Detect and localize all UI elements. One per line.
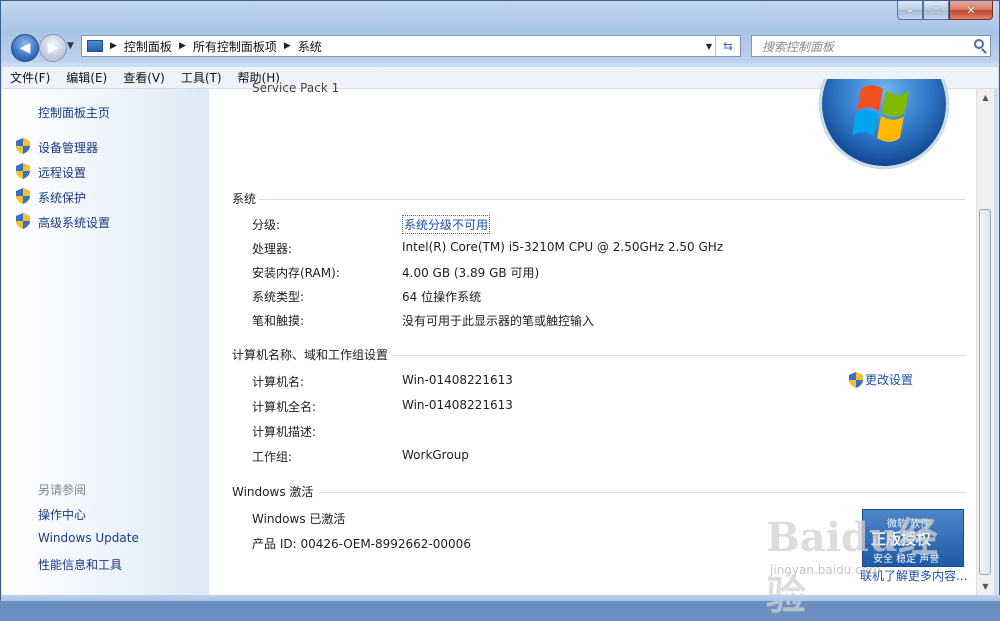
full-computer-name-label: 计算机全名: (252, 400, 317, 414)
close-button[interactable]: ✕ (949, 1, 993, 20)
action-center-link[interactable]: 操作中心 (38, 506, 86, 523)
uac-shield-icon (16, 163, 30, 179)
back-button[interactable]: ◀ (11, 34, 39, 62)
system-type-value: 64 位操作系统 (402, 290, 482, 304)
arrow-right-icon: ▶ (47, 40, 59, 56)
menu-file[interactable]: 文件(F) (2, 69, 58, 86)
product-id: 产品 ID: 00426-OEM-8992662-00006 (252, 537, 471, 551)
uac-shield-icon (16, 188, 30, 204)
workgroup-value: WorkGroup (402, 448, 469, 462)
activation-section-title: Windows 激活 (232, 485, 314, 499)
search-icon[interactable] (974, 39, 984, 49)
performance-tools-link[interactable]: 性能信息和工具 (38, 556, 122, 573)
computer-name-label: 计算机名: (252, 375, 305, 389)
computer-description-label: 计算机描述: (252, 425, 317, 439)
service-pack-text: Service Pack 1 (252, 81, 340, 95)
menu-edit[interactable]: 编辑(E) (58, 69, 115, 86)
full-computer-name-value: Win-01408221613 (402, 398, 513, 412)
badge-main-text: 正版授权 (871, 530, 932, 548)
minimize-button[interactable]: – (897, 1, 923, 20)
computer-section-title: 计算机名称、域和工作组设置 (232, 348, 389, 362)
windows-update-link[interactable]: Windows Update (38, 531, 139, 545)
address-bar[interactable]: ▶ 控制面板 ▶ 所有控制面板项 ▶ 系统 ▼ ⇆ (81, 35, 741, 57)
scrollbar-thumb[interactable] (979, 209, 991, 575)
rating-link[interactable]: 系统分级不可用 (402, 215, 491, 234)
vertical-scrollbar[interactable]: ▲ ▼ (976, 89, 994, 595)
task-pane: 控制面板主页 设备管理器 远程设置 系统保护 高级系统设置 另请参阅 操作中心 … (2, 89, 209, 595)
processor-label: 处理器: (252, 242, 293, 256)
refresh-icon: ⇆ (722, 39, 734, 53)
search-box (751, 35, 991, 57)
window-bottom-border (1, 595, 1000, 601)
menu-tools[interactable]: 工具(T) (173, 69, 230, 86)
ram-value: 4.00 GB (3.89 GB 可用) (402, 266, 540, 280)
see-also-heading: 另请参阅 (38, 483, 87, 497)
rating-label: 分级: (252, 218, 281, 232)
badge-bottom-text: 安全 稳定 声誉 (873, 554, 940, 565)
chevron-right-icon[interactable]: ▶ (179, 41, 186, 51)
advanced-system-settings-link[interactable]: 高级系统设置 (38, 214, 110, 231)
windows-flag-icon (852, 85, 909, 142)
windows-logo (819, 79, 949, 169)
device-manager-link[interactable]: 设备管理器 (38, 139, 98, 156)
pen-touch-value: 没有可用于此显示器的笔或触控输入 (402, 314, 595, 328)
window: – □ ✕ ◀ ▶ ▼ ▶ 控制面板 ▶ 所有控制面板项 ▶ 系统 ▼ ⇆ 文件… (0, 0, 1000, 619)
chevron-right-icon[interactable]: ▶ (110, 41, 117, 51)
computer-name-value: Win-01408221613 (402, 373, 513, 387)
ram-label: 安装内存(RAM): (252, 266, 340, 280)
scroll-up-icon[interactable]: ▲ (977, 89, 994, 106)
scroll-down-icon[interactable]: ▼ (977, 578, 994, 595)
maximize-button[interactable]: □ (923, 1, 949, 20)
divider (319, 492, 966, 493)
address-dropdown-icon[interactable]: ▼ (706, 42, 712, 51)
remote-settings-link[interactable]: 远程设置 (38, 164, 86, 181)
arrow-left-icon: ◀ (19, 40, 31, 56)
system-type-label: 系统类型: (252, 290, 305, 304)
forward-button[interactable]: ▶ (39, 34, 67, 62)
uac-shield-icon (849, 371, 863, 388)
system-protection-link[interactable]: 系统保护 (38, 189, 86, 206)
menu-view[interactable]: 查看(V) (115, 69, 173, 86)
recent-pages-dropdown[interactable]: ▼ (67, 41, 74, 51)
caption-buttons: – □ ✕ (897, 1, 993, 20)
uac-shield-icon (16, 138, 30, 154)
uac-shield-icon (16, 213, 30, 229)
chevron-right-icon[interactable]: ▶ (284, 41, 291, 51)
learn-more-online-link[interactable]: 联机了解更多内容... (860, 567, 967, 584)
activation-status: Windows 已激活 (252, 512, 346, 526)
breadcrumb-all-items[interactable]: 所有控制面板项 (193, 38, 277, 55)
search-input[interactable] (760, 37, 964, 57)
workgroup-label: 工作组: (252, 450, 293, 464)
breadcrumb: ▶ 控制面板 ▶ 所有控制面板项 ▶ 系统 (103, 38, 322, 55)
change-settings-label[interactable]: 更改设置 (865, 371, 913, 388)
control-panel-icon (87, 40, 103, 52)
processor-value: Intel(R) Core(TM) i5-3210M CPU @ 2.50GHz… (402, 240, 724, 254)
genuine-software-badge: 微软 软件 正版授权 安全 稳定 声誉 (862, 509, 964, 567)
breadcrumb-system[interactable]: 系统 (298, 38, 322, 55)
divider (391, 355, 966, 356)
divider (259, 199, 966, 200)
control-panel-home-link[interactable]: 控制面板主页 (38, 104, 110, 121)
system-section-title: 系统 (232, 192, 257, 206)
breadcrumb-control-panel[interactable]: 控制面板 (124, 38, 172, 55)
refresh-button[interactable]: ⇆ (715, 36, 740, 56)
content-pane: Service Pack 1 系统 分级: 系统分级不可用 处理器: Intel… (209, 79, 976, 595)
pen-touch-label: 笔和触摸: (252, 314, 305, 328)
change-settings-link[interactable]: 更改设置 (849, 371, 913, 388)
